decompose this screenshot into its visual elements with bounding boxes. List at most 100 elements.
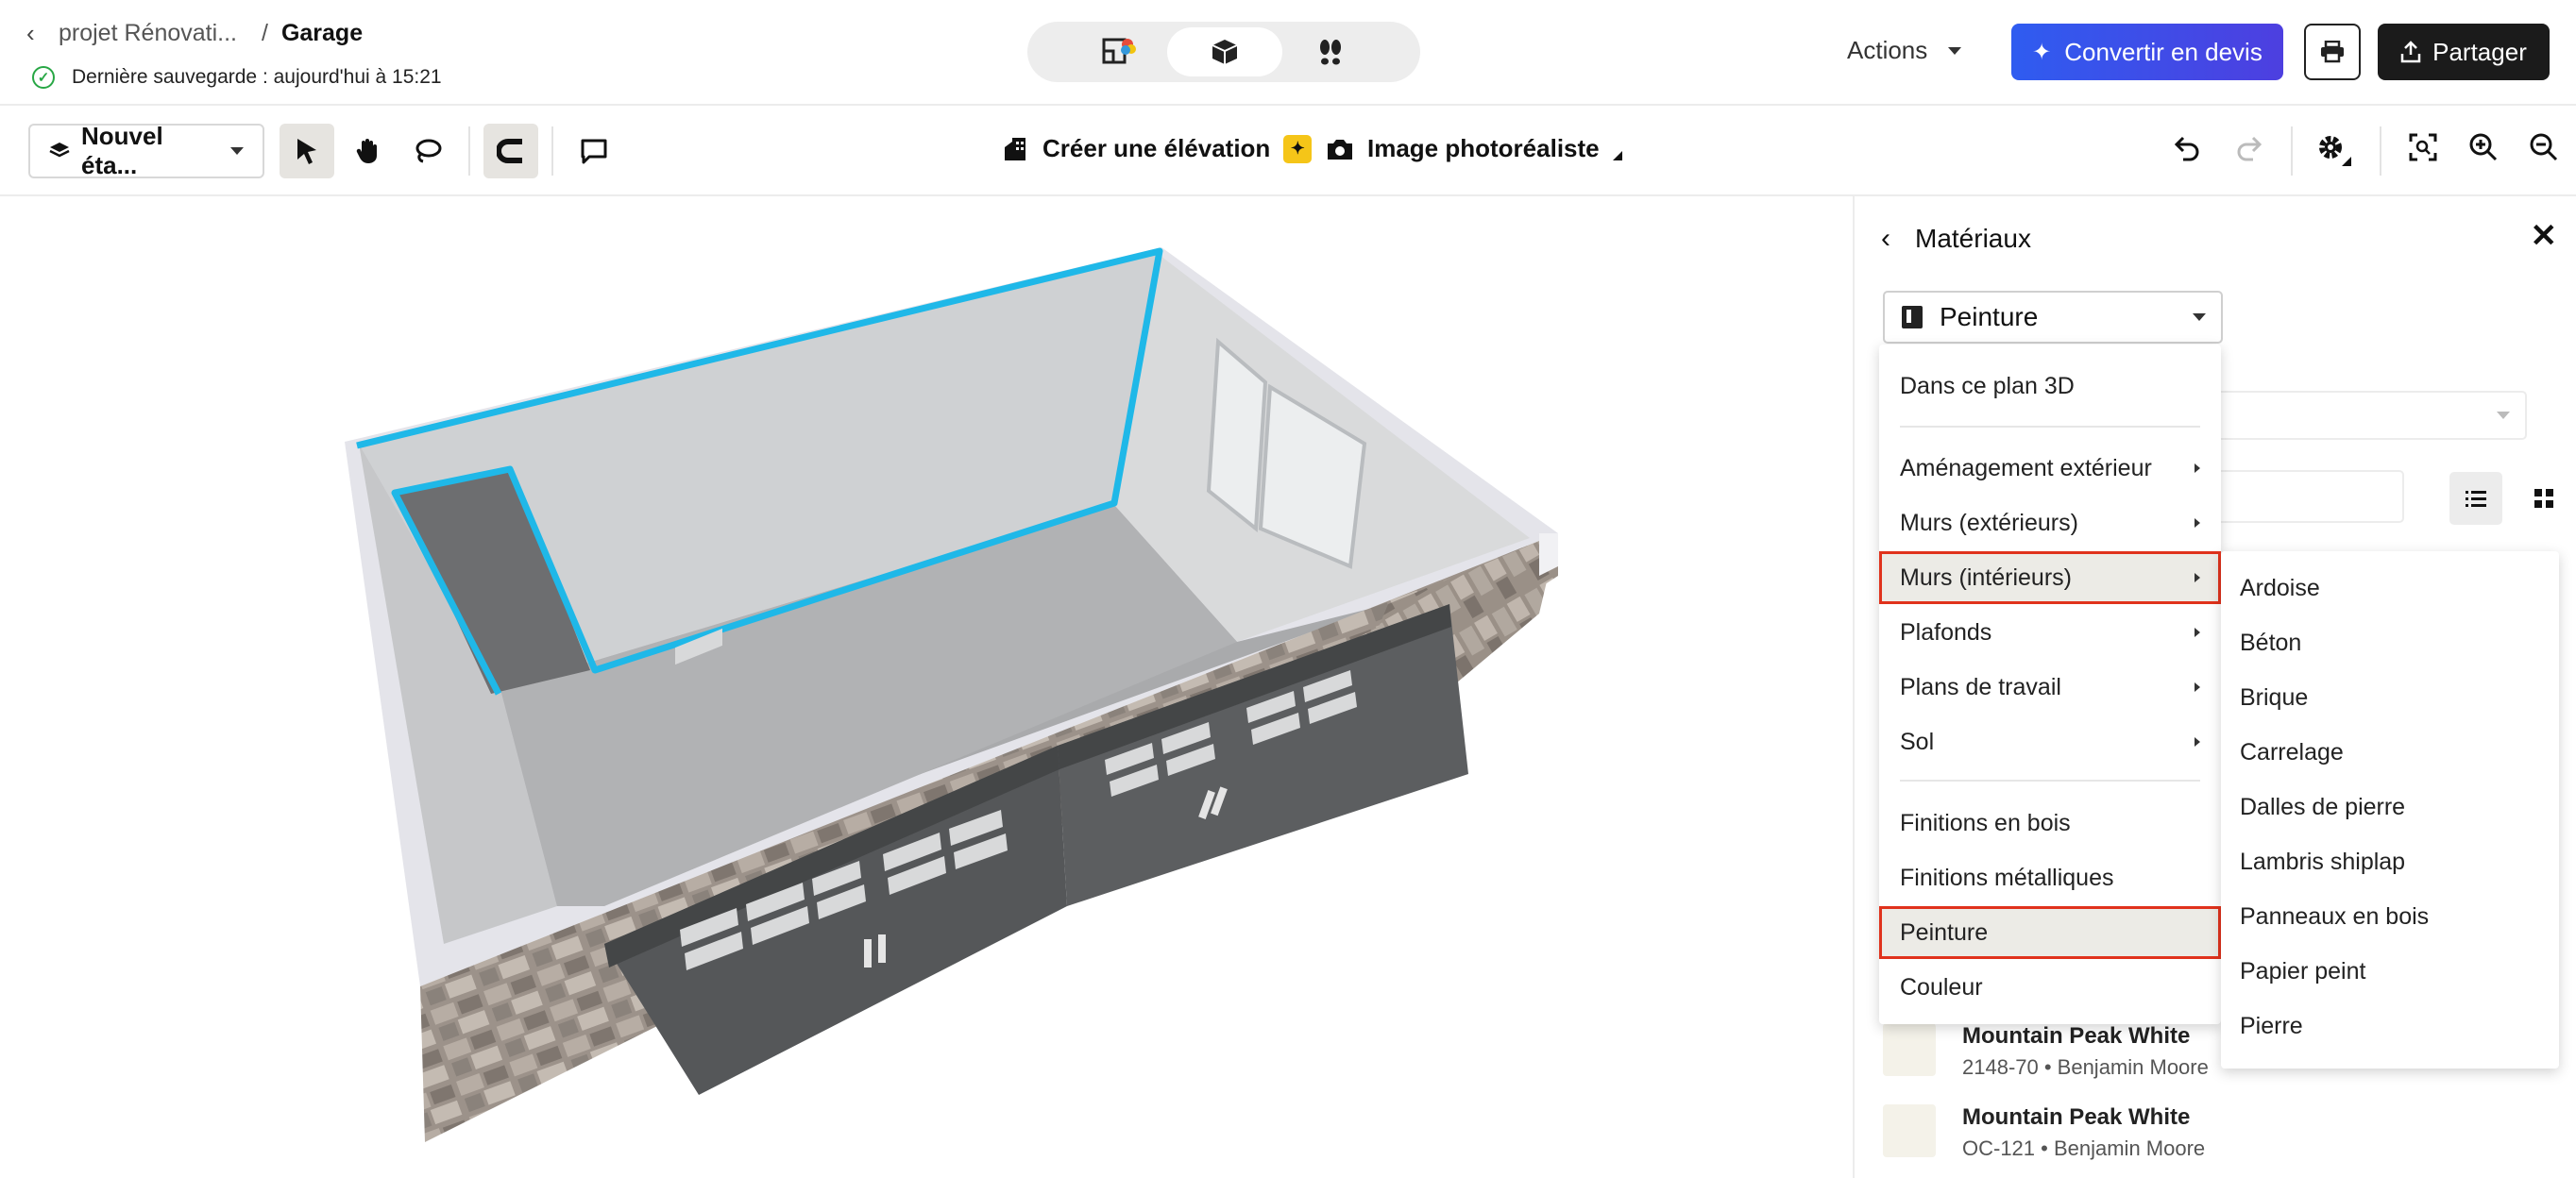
toolbar-divider (468, 126, 470, 176)
menu-item-color[interactable]: Couleur (1879, 961, 2221, 1014)
submenu-item-label: Pierre (2240, 1012, 2303, 1039)
material-search-input[interactable] (2213, 470, 2404, 523)
toolbar-divider (2380, 126, 2381, 176)
caret-right-icon (2195, 573, 2200, 582)
save-status-text: Dernière sauvegarde : aujourd'hui à 15:2… (72, 66, 442, 88)
menu-item-landscaping[interactable]: Aménagement extérieur (1879, 442, 2221, 495)
menu-item-metal-finishes[interactable]: Finitions métalliques (1879, 851, 2221, 904)
menu-item-label: Plans de travail (1900, 673, 2061, 700)
share-button[interactable]: Partager (2378, 24, 2550, 80)
zoom-in-icon (2469, 133, 2498, 161)
submenu-item-brick[interactable]: Brique (2221, 671, 2559, 724)
caret-right-icon (2195, 628, 2200, 637)
menu-item-interior-walls[interactable]: Murs (intérieurs) (1879, 551, 2221, 604)
color-swatch (1883, 1104, 1936, 1157)
breadcrumb-current[interactable]: Garage (281, 20, 363, 47)
zoom-out-button[interactable] (2529, 132, 2559, 167)
submenu-item-slate[interactable]: Ardoise (2221, 562, 2559, 614)
create-elevation-button[interactable]: Créer une élévation ✦ (1003, 134, 1313, 163)
convert-to-quote-button[interactable]: ✦ Convertir en devis (2011, 24, 2283, 80)
settings-button[interactable] (2315, 132, 2353, 171)
printer-icon (2321, 41, 2344, 63)
magnet-icon (497, 139, 522, 163)
submenu-item-label: Lambris shiplap (2240, 848, 2406, 875)
actions-label: Actions (1847, 36, 1928, 64)
paint-bucket-icon (1902, 306, 1923, 328)
panel-title: Matériaux (1915, 224, 2031, 253)
view-2d-button[interactable] (1061, 27, 1177, 76)
breadcrumb: ‹ projet Rénovati... / Garage (26, 19, 363, 48)
view-mode-switch (1027, 22, 1420, 82)
submenu-item-tile[interactable]: Carrelage (2221, 726, 2559, 779)
level-select[interactable]: Nouvel éta... (28, 122, 264, 179)
view-3d-button[interactable] (1167, 27, 1282, 76)
list-icon (2466, 491, 2486, 507)
panel-header: ‹ Matériaux (1881, 223, 2031, 255)
back-chevron-icon[interactable]: ‹ (26, 19, 45, 48)
sparkle-icon: ✦ (2032, 39, 2052, 65)
upload-icon (2400, 41, 2421, 63)
redo-button[interactable] (2234, 132, 2264, 167)
menu-item-countertops[interactable]: Plans de travail (1879, 661, 2221, 714)
print-button[interactable] (2304, 24, 2361, 80)
create-elevation-label: Créer une élévation (1042, 134, 1271, 162)
comment-tool-button[interactable] (567, 124, 621, 178)
lasso-tool-button[interactable] (400, 124, 455, 178)
breadcrumb-project[interactable]: projet Rénovati... (59, 20, 237, 47)
menu-item-label: Plafonds (1900, 618, 1992, 646)
ai-sparkle-icon: ✦ (1283, 134, 1313, 163)
building-icon (1005, 137, 1025, 160)
submenu-item-label: Papier peint (2240, 957, 2366, 984)
submenu-item-stone[interactable]: Pierre (2221, 1000, 2559, 1052)
menu-divider (1900, 426, 2200, 428)
list-view-button[interactable] (2449, 472, 2502, 525)
menu-item-exterior-walls[interactable]: Murs (extérieurs) (1879, 496, 2221, 549)
app-header: ‹ projet Rénovati... / Garage ✓ Dernière… (0, 0, 2576, 106)
cursor-arrow-icon (297, 139, 316, 164)
filter-select[interactable] (2213, 391, 2527, 440)
submenu-item-stone-slabs[interactable]: Dalles de pierre (2221, 781, 2559, 833)
caret-right-icon (2195, 518, 2200, 528)
check-circle-icon: ✓ (32, 66, 55, 89)
category-dropdown-menu: Dans ce plan 3D Aménagement extérieur Mu… (1879, 345, 2221, 1024)
submenu-item-label: Ardoise (2240, 574, 2320, 601)
menu-item-label: Aménagement extérieur (1900, 454, 2152, 481)
close-icon[interactable]: ✕ (2531, 217, 2558, 255)
caret-down-icon (230, 147, 244, 155)
submenu-item-concrete[interactable]: Béton (2221, 616, 2559, 669)
submenu-item-shiplap[interactable]: Lambris shiplap (2221, 835, 2559, 888)
photoreal-image-button[interactable]: Image photoréaliste (1326, 134, 1622, 163)
back-chevron-icon[interactable]: ‹ (1881, 223, 1890, 255)
submenu-item-wallpaper[interactable]: Papier peint (2221, 945, 2559, 998)
menu-item-paint[interactable]: Peinture (1879, 906, 2221, 959)
undo-icon (2174, 136, 2199, 161)
actions-menu[interactable]: Actions (1847, 36, 1962, 65)
grid-view-button[interactable] (2517, 472, 2570, 525)
menu-item-wood-finishes[interactable]: Finitions en bois (1879, 797, 2221, 850)
redo-icon (2237, 136, 2262, 161)
pan-tool-button[interactable] (340, 124, 395, 178)
layers-icon (49, 143, 70, 158)
menu-item-label: Murs (intérieurs) (1900, 564, 2072, 591)
gear-icon (2319, 136, 2351, 166)
garage-3d-render[interactable] (0, 196, 1853, 1178)
menu-item-floor[interactable]: Sol (1879, 715, 2221, 768)
menu-item-ceilings[interactable]: Plafonds (1879, 606, 2221, 659)
snap-magnet-button[interactable] (483, 124, 538, 178)
material-list-item[interactable]: Mountain Peak White 2148-70 • Benjamin M… (1883, 1023, 2209, 1080)
submenu-item-wood-panels[interactable]: Panneaux en bois (2221, 890, 2559, 943)
undo-button[interactable] (2172, 132, 2202, 167)
submenu-item-label: Béton (2240, 629, 2302, 656)
material-category-select[interactable]: Peinture (1883, 291, 2223, 344)
select-tool-button[interactable] (280, 124, 334, 178)
zoom-in-button[interactable] (2468, 132, 2499, 167)
menu-item-label: Dans ce plan 3D (1900, 372, 2075, 399)
main-toolbar: Nouvel éta... Créer une élévation ✦ Imag… (0, 106, 2576, 196)
material-list-item[interactable]: Mountain Peak White OC-121 • Benjamin Mo… (1883, 1104, 2205, 1161)
view-walk-button[interactable] (1273, 27, 1388, 76)
fit-view-button[interactable] (2408, 132, 2438, 167)
photoreal-label: Image photoréaliste (1367, 134, 1600, 162)
menu-item-in-this-plan[interactable]: Dans ce plan 3D (1879, 360, 2221, 412)
camera-icon (1328, 139, 1352, 160)
3d-viewport[interactable] (0, 196, 1853, 1178)
